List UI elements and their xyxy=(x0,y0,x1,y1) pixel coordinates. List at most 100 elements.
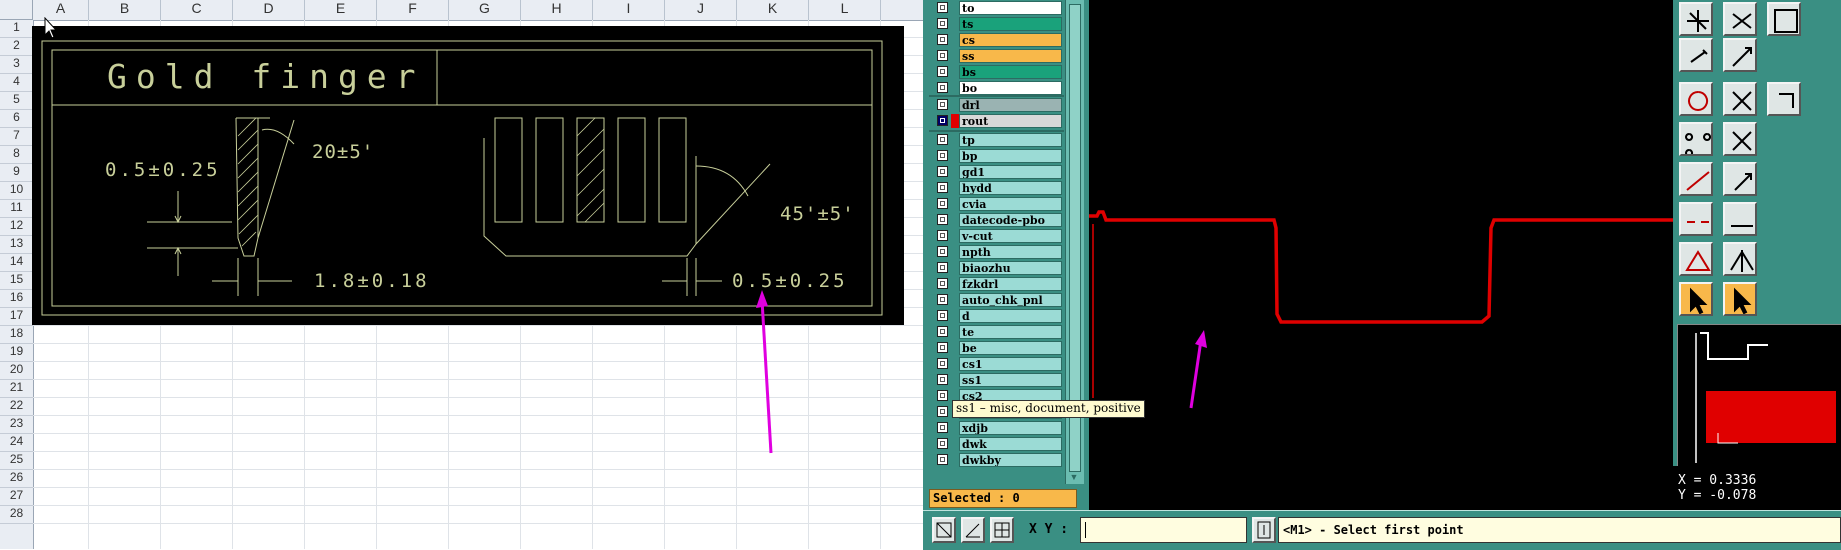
layer-row-cvia[interactable]: cvia xyxy=(937,197,1064,211)
row-header-11[interactable]: 11 xyxy=(0,200,33,218)
layer-row-be[interactable]: be xyxy=(937,341,1064,355)
layer-row-biaozhu[interactable]: biaozhu xyxy=(937,261,1064,275)
row-header-3[interactable]: 3 xyxy=(0,56,33,74)
input-mode-button[interactable] xyxy=(1252,517,1276,543)
layer-row-npth[interactable]: npth xyxy=(937,245,1064,259)
layer-checkbox[interactable] xyxy=(937,326,948,337)
layer-checkbox[interactable] xyxy=(937,66,948,77)
row-header-12[interactable]: 12 xyxy=(0,218,33,236)
row-header-20[interactable]: 20 xyxy=(0,362,33,380)
select-all-corner[interactable] xyxy=(0,0,33,20)
column-header-c[interactable]: C xyxy=(161,0,233,20)
tool-button-7[interactable] xyxy=(1723,82,1757,116)
column-header-a[interactable]: A xyxy=(33,0,89,20)
tool-button-2[interactable] xyxy=(1723,2,1757,36)
layer-checkbox[interactable] xyxy=(937,230,948,241)
row-header-21[interactable]: 21 xyxy=(0,380,33,398)
row-header-4[interactable]: 4 xyxy=(0,74,33,92)
column-header-l[interactable]: L xyxy=(809,0,881,20)
layer-row-auto_chk_pnl[interactable]: auto_chk_pnl xyxy=(937,293,1064,307)
tool-button-16[interactable] xyxy=(1723,242,1757,276)
layer-checkbox[interactable] xyxy=(937,150,948,161)
zoom-window-button[interactable] xyxy=(932,517,956,543)
tool-button-5[interactable] xyxy=(1723,38,1757,72)
layer-row-d[interactable]: d xyxy=(937,309,1064,323)
layer-checkbox[interactable] xyxy=(937,115,948,126)
layer-checkbox[interactable] xyxy=(937,454,948,465)
column-header-f[interactable]: F xyxy=(377,0,449,20)
column-header-g[interactable]: G xyxy=(449,0,521,20)
column-header-d[interactable]: D xyxy=(233,0,305,20)
row-header-24[interactable]: 24 xyxy=(0,434,33,452)
column-header-h[interactable]: H xyxy=(521,0,593,20)
layer-row-cs1[interactable]: cs1 xyxy=(937,357,1064,371)
tool-button-11[interactable] xyxy=(1679,162,1713,196)
layer-checkbox[interactable] xyxy=(937,134,948,145)
layer-checkbox[interactable] xyxy=(937,34,948,45)
layer-checkbox[interactable] xyxy=(937,310,948,321)
row-header-13[interactable]: 13 xyxy=(0,236,33,254)
layer-row-gd1[interactable]: gd1 xyxy=(937,165,1064,179)
layer-checkbox[interactable] xyxy=(937,82,948,93)
layer-row-cs[interactable]: cs xyxy=(937,33,1064,47)
row-header-5[interactable]: 5 xyxy=(0,92,33,110)
column-header-b[interactable]: B xyxy=(89,0,161,20)
scroll-down-icon[interactable]: ▼ xyxy=(1068,472,1080,482)
tool-button-4[interactable] xyxy=(1679,38,1713,72)
layer-row-rout[interactable]: rout xyxy=(937,114,1064,128)
xy-coordinate-input[interactable] xyxy=(1080,517,1247,543)
layer-row-datecode-pbo[interactable]: datecode-pbo xyxy=(937,213,1064,227)
layer-checkbox[interactable] xyxy=(937,374,948,385)
row-header-17[interactable]: 17 xyxy=(0,308,33,326)
tool-button-15[interactable] xyxy=(1679,242,1713,276)
grid-snap-button[interactable] xyxy=(990,517,1014,543)
row-header-22[interactable]: 22 xyxy=(0,398,33,416)
tool-button-10[interactable] xyxy=(1723,122,1757,156)
layer-checkbox[interactable] xyxy=(937,214,948,225)
layer-row-bp[interactable]: bp xyxy=(937,149,1064,163)
layer-row-ts[interactable]: ts xyxy=(937,17,1064,31)
row-header-28[interactable]: 28 xyxy=(0,506,33,524)
layer-row-v-cut[interactable]: v-cut xyxy=(937,229,1064,243)
tool-button-13[interactable] xyxy=(1679,202,1713,236)
layer-row-hydd[interactable]: hydd xyxy=(937,181,1064,195)
column-header-j[interactable]: J xyxy=(665,0,737,20)
row-header-9[interactable]: 9 xyxy=(0,164,33,182)
layer-checkbox[interactable] xyxy=(937,99,948,110)
graphics-canvas[interactable] xyxy=(1089,0,1673,510)
layer-checkbox[interactable] xyxy=(937,246,948,257)
overview-map[interactable] xyxy=(1677,324,1841,468)
tool-button-1[interactable] xyxy=(1679,2,1713,36)
layer-row-dwk[interactable]: dwk xyxy=(937,437,1064,451)
layer-checkbox[interactable] xyxy=(937,18,948,29)
row-header-6[interactable]: 6 xyxy=(0,110,33,128)
row-header-1[interactable]: 1 xyxy=(0,20,33,38)
row-header-2[interactable]: 2 xyxy=(0,38,33,56)
tool-button-14[interactable] xyxy=(1723,202,1757,236)
tool-button-8[interactable] xyxy=(1767,82,1801,116)
row-header-7[interactable]: 7 xyxy=(0,128,33,146)
layer-checkbox[interactable] xyxy=(937,50,948,61)
row-header-16[interactable]: 16 xyxy=(0,290,33,308)
tool-button-6[interactable] xyxy=(1679,82,1713,116)
layer-checkbox[interactable] xyxy=(937,358,948,369)
layer-checkbox[interactable] xyxy=(937,166,948,177)
layer-row-bs[interactable]: bs xyxy=(937,65,1064,79)
layer-row-dwkby[interactable]: dwkby xyxy=(937,453,1064,467)
layer-row-to[interactable]: to xyxy=(937,1,1064,15)
row-header-10[interactable]: 10 xyxy=(0,182,33,200)
layer-checkbox[interactable] xyxy=(937,422,948,433)
layer-checkbox[interactable] xyxy=(937,438,948,449)
layer-row-ss[interactable]: ss xyxy=(937,49,1064,63)
layer-row-fzkdrl[interactable]: fzkdrl xyxy=(937,277,1064,291)
layer-checkbox[interactable] xyxy=(937,294,948,305)
tool-button-18[interactable] xyxy=(1723,282,1757,316)
row-header-19[interactable]: 19 xyxy=(0,344,33,362)
row-header-23[interactable]: 23 xyxy=(0,416,33,434)
layer-row-drl[interactable]: drl xyxy=(937,98,1064,112)
column-header-e[interactable]: E xyxy=(305,0,377,20)
layer-checkbox[interactable] xyxy=(937,278,948,289)
angle-snap-button[interactable] xyxy=(961,517,985,543)
row-header-25[interactable]: 25 xyxy=(0,452,33,470)
layer-checkbox[interactable] xyxy=(937,406,948,417)
